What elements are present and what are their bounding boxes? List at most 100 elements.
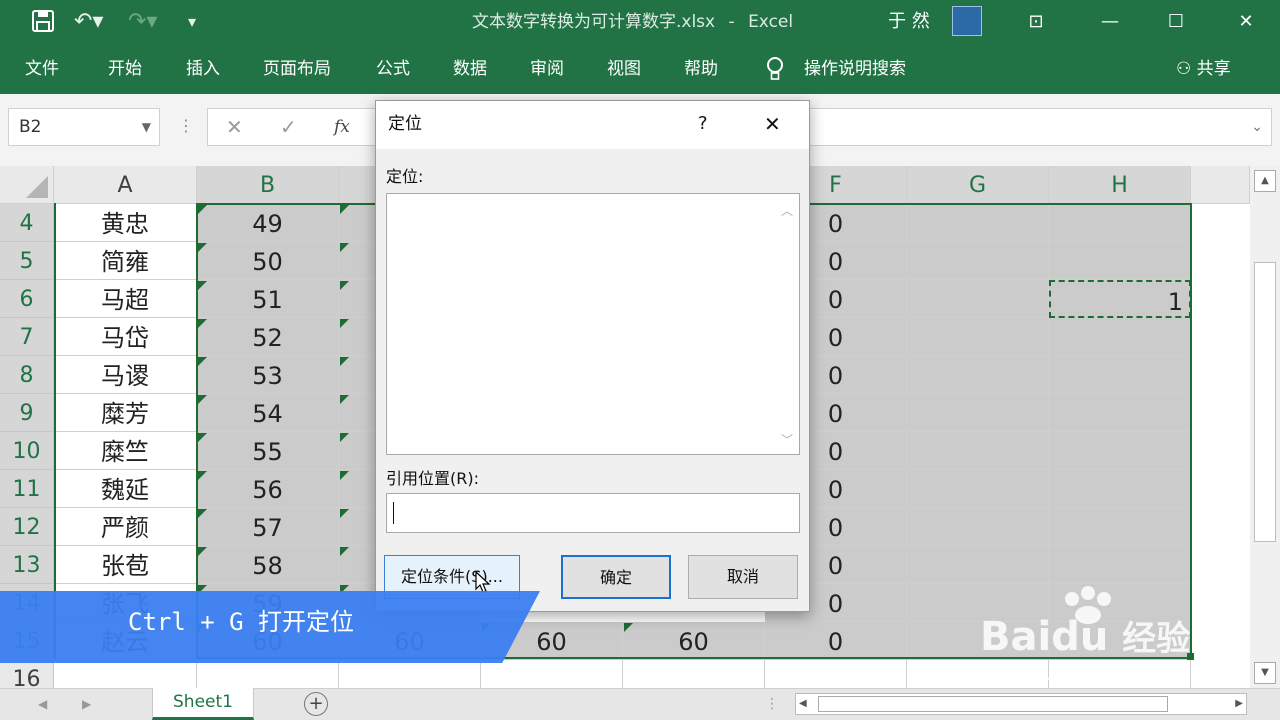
tab-data[interactable]: 数据 [453,44,487,94]
cell-a4[interactable]: 黄忠 [54,204,197,242]
list-scroll-down-icon[interactable]: ﹀ [781,431,793,448]
cell-h10[interactable] [1049,432,1191,470]
tab-review[interactable]: 审阅 [530,44,564,94]
cell-h12[interactable] [1049,508,1191,546]
row-header[interactable]: 11 [0,470,54,508]
cell-g10[interactable] [907,432,1049,470]
cell-a16[interactable] [54,660,197,688]
cell-e16[interactable] [623,660,765,688]
insert-function-icon[interactable]: fx [334,109,350,145]
cell-h8[interactable] [1049,356,1191,394]
cell-a12[interactable]: 严颜 [54,508,197,546]
col-header-a[interactable]: A [54,166,197,204]
maximize-icon[interactable]: ☐ [1158,0,1194,44]
select-all-corner[interactable] [0,166,54,204]
horizontal-scrollbar[interactable]: ◀ ▶ [795,693,1247,715]
cell-b5[interactable]: 50 [197,242,339,280]
cell-b9[interactable]: 54 [197,394,339,432]
h-scroll-thumb[interactable] [818,696,1168,712]
close-icon[interactable]: ✕ [1228,0,1264,44]
row-header[interactable]: 8 [0,356,54,394]
scroll-tabs-left-icon[interactable]: ◀ [38,689,47,719]
cell-g6[interactable] [907,280,1049,318]
cancel-formula-icon[interactable]: ✕ [226,109,243,145]
cell-f16[interactable] [765,660,907,688]
cell-a10[interactable]: 糜竺 [54,432,197,470]
tab-help[interactable]: 帮助 [684,44,718,94]
row-header[interactable]: 4 [0,204,54,242]
user-name[interactable]: 于 然 [888,0,930,44]
cell-e15[interactable]: 60 [623,622,765,660]
name-box[interactable]: B2 ▼ [8,108,160,146]
ribbon-display-icon[interactable]: ⊡ [1018,0,1054,44]
cell-h9[interactable] [1049,394,1191,432]
row-header[interactable]: 13 [0,546,54,584]
avatar[interactable] [952,6,982,36]
cell-g8[interactable] [907,356,1049,394]
row-header[interactable]: 9 [0,394,54,432]
cell-a11[interactable]: 魏延 [54,470,197,508]
share-button[interactable]: ⚇ 共享 [1176,44,1231,94]
cell-g13[interactable] [907,546,1049,584]
cell-h6-copy-marquee[interactable]: 1 [1049,280,1191,318]
tab-view[interactable]: 视图 [607,44,641,94]
chevron-down-icon[interactable]: ▼ [142,109,151,145]
cell-b16[interactable] [197,660,339,688]
col-header-next[interactable] [1191,166,1250,204]
reference-input[interactable] [386,493,800,533]
cell-f15[interactable]: 0 [765,622,907,660]
customize-qat-icon[interactable]: ▾ [188,0,196,44]
cell-b7[interactable]: 52 [197,318,339,356]
goto-list[interactable]: ︿ ﹀ [386,193,800,455]
row-header[interactable]: 6 [0,280,54,318]
cell-g7[interactable] [907,318,1049,356]
scroll-left-icon[interactable]: ◀ [799,694,807,714]
cell-h11[interactable] [1049,470,1191,508]
cell-g4[interactable] [907,204,1049,242]
scroll-up-icon[interactable]: ▲ [1254,170,1276,192]
cell-d16[interactable] [481,660,623,688]
scroll-thumb[interactable] [1254,262,1276,542]
cell-a5[interactable]: 简雍 [54,242,197,280]
minimize-icon[interactable]: — [1092,0,1128,44]
scroll-down-icon[interactable]: ▼ [1254,662,1276,684]
cell-a7[interactable]: 马岱 [54,318,197,356]
cell-a6[interactable]: 马超 [54,280,197,318]
tab-home[interactable]: 开始 [108,44,142,94]
scroll-right-icon[interactable]: ▶ [1235,694,1243,714]
enter-formula-icon[interactable]: ✓ [280,109,297,145]
row-header[interactable]: 10 [0,432,54,470]
cell-g9[interactable] [907,394,1049,432]
scroll-tabs-right-icon[interactable]: ▶ [82,689,91,719]
cancel-button[interactable]: 取消 [688,555,798,599]
tab-file[interactable]: 文件 [25,44,59,94]
close-dialog-icon[interactable]: ✕ [764,101,781,147]
cell-a9[interactable]: 糜芳 [54,394,197,432]
cell-h13[interactable] [1049,546,1191,584]
cell-g12[interactable] [907,508,1049,546]
cell-b6[interactable]: 51 [197,280,339,318]
col-header-h[interactable]: H [1049,166,1191,204]
cell-a8[interactable]: 马谡 [54,356,197,394]
sheet-tab-sheet1[interactable]: Sheet1 [152,688,254,720]
cell-b8[interactable]: 53 [197,356,339,394]
col-header-b[interactable]: B [197,166,339,204]
tell-me-search[interactable]: 操作说明搜索 [804,44,906,94]
undo-icon[interactable]: ↶▾ [74,0,103,44]
row-header[interactable]: 5 [0,242,54,280]
cell-g11[interactable] [907,470,1049,508]
row-header[interactable]: 16 [0,660,54,688]
split-grip-icon[interactable]: ⋮ [765,689,779,719]
cell-a13[interactable]: 张苞 [54,546,197,584]
row-header[interactable]: 7 [0,318,54,356]
cell-h7[interactable] [1049,318,1191,356]
cell-h4[interactable] [1049,204,1191,242]
ok-button[interactable]: 确定 [561,555,671,599]
cell-b13[interactable]: 58 [197,546,339,584]
cell-b11[interactable]: 56 [197,470,339,508]
tab-insert[interactable]: 插入 [186,44,220,94]
tab-page-layout[interactable]: 页面布局 [263,44,331,94]
row-header[interactable]: 12 [0,508,54,546]
tab-formulas[interactable]: 公式 [376,44,410,94]
expand-formula-icon[interactable]: ⌄ [1251,109,1263,145]
